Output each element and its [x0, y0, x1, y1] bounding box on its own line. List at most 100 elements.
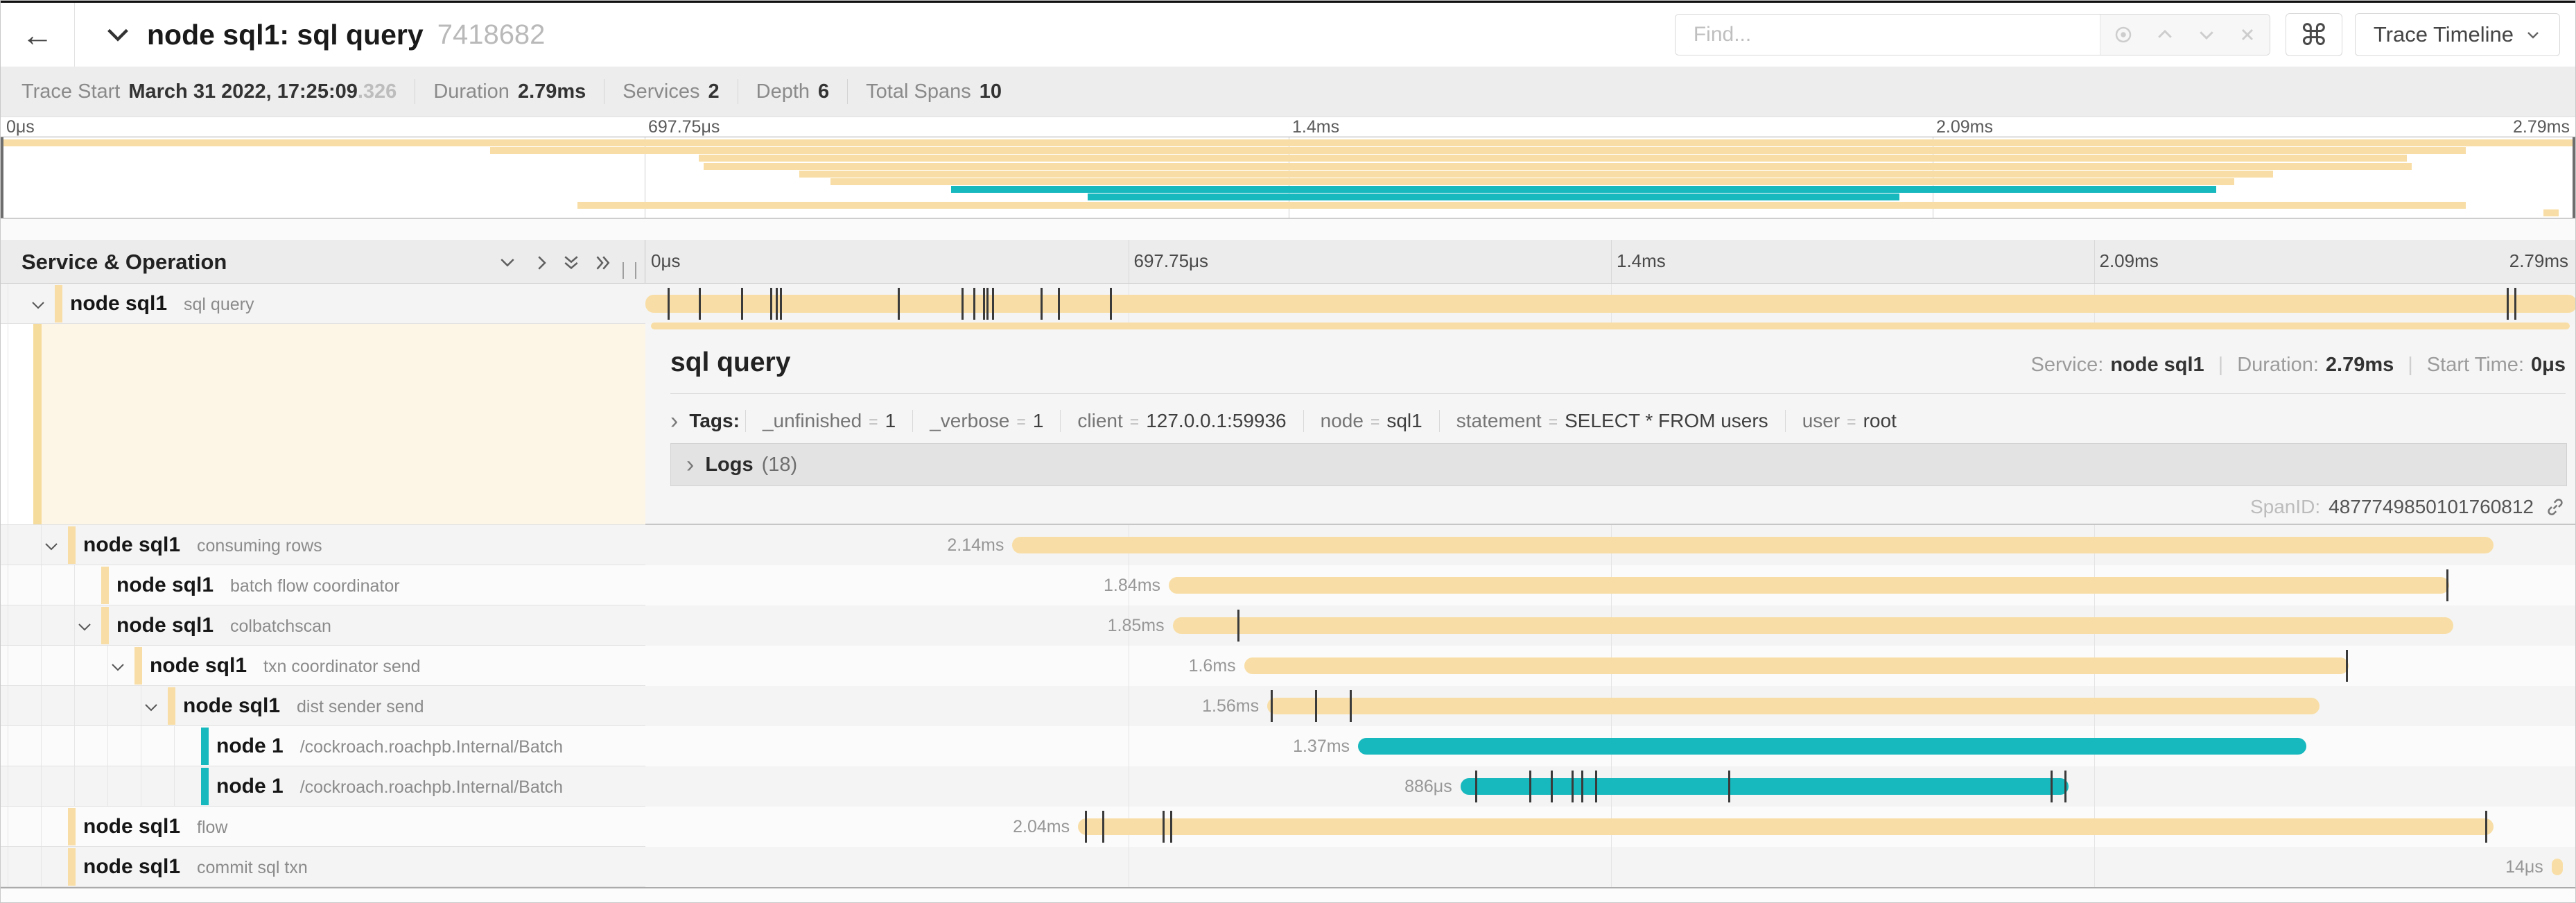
tag-key: statement: [1456, 410, 1542, 432]
indent-guide: [41, 525, 42, 565]
collapse-one-icon[interactable]: [496, 252, 519, 273]
span-tree-item[interactable]: node sql1colbatchscan: [1, 605, 645, 646]
meta-value: 6: [818, 80, 829, 103]
command-icon: ⌘: [2299, 18, 2329, 52]
span-tree-item[interactable]: node 1/cockroach.roachpb.Internal/Batch: [1, 726, 645, 766]
tree-chevron-down-icon[interactable]: [43, 538, 60, 555]
span-bar[interactable]: [1012, 537, 2494, 553]
timeline-tick-label: 0μs: [651, 250, 680, 272]
find-input[interactable]: [1676, 15, 2100, 55]
log-tick-mark: [1163, 811, 1165, 843]
span-bar-cell[interactable]: 2.14ms: [645, 525, 2576, 565]
caret-right-icon: ›: [670, 409, 678, 433]
page-title: node sql1: sql query: [147, 19, 424, 51]
indent-guide: [41, 605, 42, 645]
tree-chevron-down-icon[interactable]: [143, 699, 159, 716]
tree-chevron-down-icon[interactable]: [30, 297, 46, 313]
span-row: node sql1colbatchscan1.85ms: [1, 605, 2575, 646]
span-tree-item[interactable]: node sql1batch flow coordinator: [1, 565, 645, 605]
timeline-tick-label: 2.09ms: [2100, 250, 2159, 272]
duration-label: Duration:: [2237, 354, 2319, 377]
trace-id: 7418682: [437, 19, 546, 51]
span-detail-header: sql query Service:node sql1 | Duration:2…: [670, 347, 2566, 378]
trace-view-selector[interactable]: Trace Timeline: [2355, 13, 2560, 56]
detail-divider: [670, 393, 2566, 394]
tag-pill: statement=SELECT * FROM users: [1439, 410, 1785, 432]
log-tick-mark: [1551, 771, 1553, 802]
indent-guide: [41, 847, 42, 886]
minimap-tick-label: 697.75μs: [648, 117, 720, 137]
span-bar[interactable]: [1244, 657, 2349, 674]
span-bar[interactable]: [1358, 738, 2306, 755]
span-bar-cell[interactable]: 1.84ms: [645, 565, 2576, 605]
service-operation-title: Service & Operation: [21, 250, 227, 275]
operation-name: dist sender send: [297, 697, 424, 716]
span-bar-cell[interactable]: 2.04ms: [645, 807, 2576, 847]
operation-name: /cockroach.roachpb.Internal/Batch: [300, 737, 563, 757]
span-duration-label: 886μs: [1404, 766, 1452, 807]
logs-accordion[interactable]: › Logs (18): [670, 443, 2567, 486]
expand-all-icon[interactable]: [591, 252, 614, 273]
span-bar[interactable]: [1169, 577, 2449, 594]
collapse-all-icon[interactable]: [559, 252, 583, 273]
trace-title-chevron-down-icon[interactable]: [104, 21, 132, 49]
span-color-accent: [68, 848, 76, 886]
start-time-value: 0μs: [2531, 354, 2566, 377]
span-bar-cell[interactable]: 886μs: [645, 766, 2576, 807]
span-bar-cell[interactable]: [645, 284, 2576, 324]
chevron-down-icon: [2525, 26, 2541, 43]
span-bar[interactable]: [2552, 859, 2564, 875]
tags-accordion[interactable]: › Tags: _unfinished=1_verbose=1client=12…: [670, 406, 2566, 436]
tag-value: 1: [1033, 410, 1044, 432]
tag-pill: _verbose=1: [912, 410, 1060, 432]
span-bar-cell[interactable]: 1.37ms: [645, 726, 2576, 766]
expand-one-icon[interactable]: [530, 252, 553, 273]
span-tree-item[interactable]: node sql1flow: [1, 807, 645, 847]
duration-value: 2.79ms: [2326, 354, 2394, 377]
indent-guide: [41, 686, 42, 725]
span-bar-cell[interactable]: 1.56ms: [645, 686, 2576, 726]
trace-meta-item: Duration2.79ms: [415, 79, 604, 104]
tree-chevron-down-icon[interactable]: [76, 619, 93, 635]
match-highlight-icon[interactable]: [2113, 24, 2134, 45]
span-tree-item[interactable]: node sql1dist sender send: [1, 686, 645, 726]
span-bar[interactable]: [645, 295, 2576, 313]
span-bar-cell[interactable]: 1.85ms: [645, 605, 2576, 646]
trace-minimap[interactable]: [1, 137, 2575, 219]
span-row: node sql1sql query: [1, 284, 2575, 324]
tag-value: 127.0.0.1:59936: [1146, 410, 1286, 432]
span-bar[interactable]: [1173, 617, 2453, 634]
back-button[interactable]: ←: [1, 3, 75, 67]
find-clear-icon[interactable]: [2238, 25, 2257, 44]
minimap-scrubber-handle[interactable]: [2573, 137, 2575, 218]
span-bar[interactable]: [1267, 698, 2320, 714]
log-tick-mark: [1475, 771, 1477, 802]
span-color-accent: [201, 768, 209, 805]
keyboard-shortcuts-button[interactable]: ⌘: [2286, 13, 2342, 56]
span-tree-item[interactable]: node sql1txn coordinator send: [1, 646, 645, 686]
span-tree-item[interactable]: node sql1commit sql txn: [1, 847, 645, 887]
log-tick-mark: [983, 288, 985, 320]
span-duration-label: 2.14ms: [947, 525, 1004, 565]
tag-key: _unfinished: [763, 410, 862, 432]
link-icon[interactable]: [2545, 497, 2566, 517]
span-bar-cell[interactable]: 1.6ms: [645, 646, 2576, 686]
tree-chevron-down-icon[interactable]: [110, 659, 126, 676]
minimap-scrubber-handle[interactable]: [1, 137, 3, 218]
service-name: node sql1flow: [83, 807, 228, 848]
span-bar-cell[interactable]: 14μs: [645, 847, 2576, 887]
operation-name: txn coordinator send: [263, 657, 421, 676]
minimap-tick-label: 0μs: [6, 117, 35, 137]
span-tree-item[interactable]: node sql1sql query: [1, 284, 645, 324]
span-tree-item[interactable]: node 1/cockroach.roachpb.Internal/Batch: [1, 766, 645, 807]
span-bar[interactable]: [1078, 818, 2494, 835]
panel-resize-handle[interactable]: [623, 262, 636, 279]
find-next-icon[interactable]: [2196, 24, 2217, 45]
log-tick-mark: [741, 288, 743, 320]
span-tree-item[interactable]: node sql1consuming rows: [1, 525, 645, 565]
find-prev-icon[interactable]: [2155, 24, 2175, 45]
log-tick-mark: [2346, 650, 2348, 682]
log-tick-mark: [1315, 690, 1317, 722]
indent-guide: [41, 807, 42, 846]
timeline-tick-label: 1.4ms: [1617, 250, 1666, 272]
